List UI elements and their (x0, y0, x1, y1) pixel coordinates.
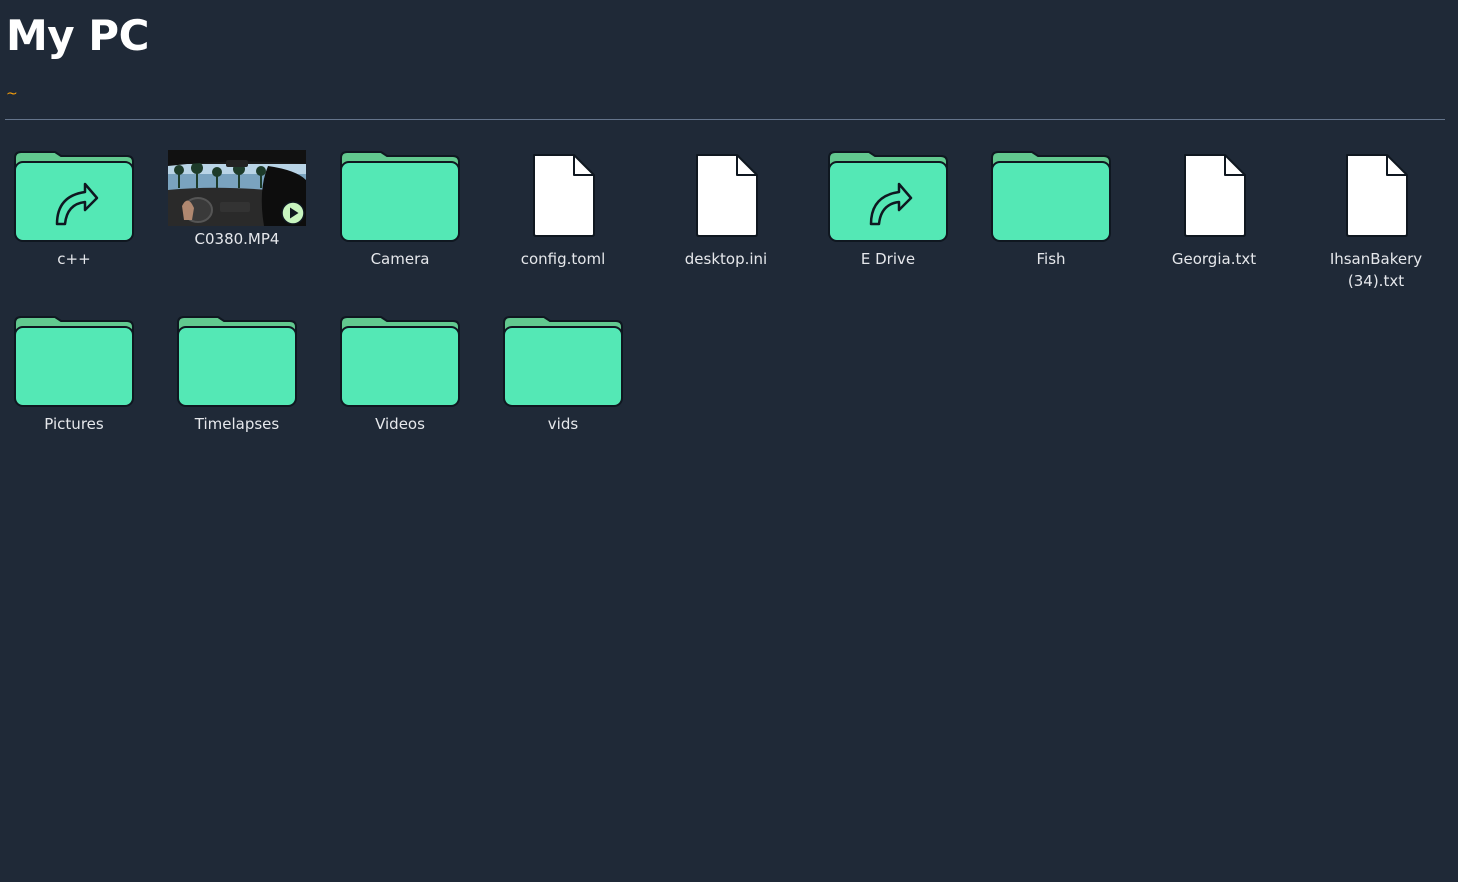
item-label: Videos (375, 415, 425, 433)
item-label: Pictures (44, 415, 104, 433)
play-icon (281, 201, 305, 225)
file-item-desktop-ini[interactable]: desktop.ini (651, 150, 801, 270)
item-label: IhsanBakery (34).txt (1329, 250, 1423, 290)
item-label: C0380.MP4 (194, 230, 280, 248)
video-item-c0380[interactable]: C0380.MP4 (162, 150, 312, 250)
item-label: E Drive (860, 250, 916, 268)
file-icon (696, 154, 758, 237)
folder-item-pictures[interactable]: Pictures (0, 315, 149, 435)
folder-item-timelapses[interactable]: Timelapses (162, 315, 312, 435)
item-label: config.toml (520, 250, 606, 268)
shortcut-item-e-drive[interactable]: E Drive (813, 150, 963, 270)
folder-icon (177, 316, 297, 407)
video-thumbnail (168, 150, 306, 226)
folder-icon (340, 316, 460, 407)
file-explorer-page: My PC ~ c++ C0380.MP4 Camera config.toml… (0, 0, 1458, 882)
item-label: vids (547, 415, 579, 433)
folder-icon (991, 151, 1111, 242)
folder-shortcut-icon (828, 151, 948, 242)
folder-shortcut-icon (14, 151, 134, 242)
folder-icon (14, 316, 134, 407)
file-item-ihsanbakery-txt[interactable]: IhsanBakery (34).txt (1302, 150, 1450, 292)
item-label: c++ (57, 250, 91, 268)
file-item-georgia-txt[interactable]: Georgia.txt (1139, 150, 1289, 270)
item-label: desktop.ini (684, 250, 768, 268)
file-icon (533, 154, 595, 237)
item-label: Camera (370, 250, 430, 268)
folder-item-vids[interactable]: vids (488, 315, 638, 435)
folder-icon (503, 316, 623, 407)
folder-item-camera[interactable]: Camera (325, 150, 475, 270)
file-grid: c++ C0380.MP4 Camera config.toml desktop… (0, 0, 1458, 882)
item-label: Fish (1036, 250, 1066, 268)
shortcut-item-cpp[interactable]: c++ (0, 150, 149, 270)
item-label: Timelapses (194, 415, 280, 433)
folder-item-videos[interactable]: Videos (325, 315, 475, 435)
file-item-config-toml[interactable]: config.toml (488, 150, 638, 270)
item-label: Georgia.txt (1171, 250, 1257, 268)
file-icon (1346, 154, 1408, 237)
folder-item-fish[interactable]: Fish (976, 150, 1126, 270)
folder-icon (340, 151, 460, 242)
file-icon (1184, 154, 1246, 237)
